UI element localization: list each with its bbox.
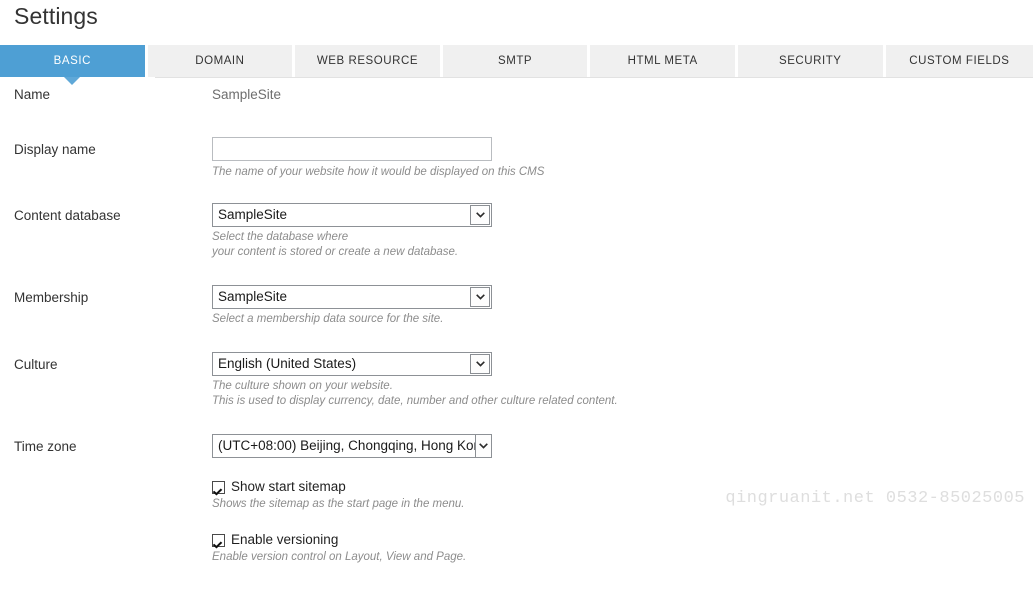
content-database-select[interactable]: SampleSite [212,203,492,227]
tab-label: WEB RESOURCE [316,55,419,67]
row-display-name: Display name The name of your website ho… [0,137,1033,203]
checkbox-box-icon[interactable] [212,533,225,547]
tab-label: CUSTOM FIELDS [909,55,1010,67]
hint-membership: Select a membership data source for the … [212,313,444,325]
select-value: SampleSite [218,207,288,222]
culture-select[interactable]: English (United States) [212,352,492,376]
row-enable-versioning: Enable versioning Enable version control… [0,531,1033,571]
hint-enable-versioning: Enable version control on Layout, View a… [212,551,467,563]
chevron-down-icon[interactable] [470,287,490,307]
label-display-name: Display name [14,142,96,157]
tab-smtp[interactable]: SMTP [442,45,591,77]
settings-tab-bar: BASIC DOMAIN WEB RESOURCE SMTP HTML META… [0,45,1033,85]
row-name: Name SampleSite [0,86,1033,137]
tab-label: SECURITY [778,55,842,67]
tab-html-meta[interactable]: HTML META [590,45,738,77]
tab-label: BASIC [53,55,91,67]
label-culture: Culture [14,357,58,372]
tab-basic[interactable]: BASIC [0,45,148,85]
tab-label: HTML META [627,55,698,67]
time-zone-select[interactable]: (UTC+08:00) Beijing, Chongqing, Hong Kon… [212,434,492,458]
site-watermark: qingruanit.net 0532-85025005 [725,489,1025,508]
hint-culture-line2: This is used to display currency, date, … [212,395,618,407]
hint-culture-line1: The culture shown on your website. [212,380,393,392]
label-membership: Membership [14,290,89,305]
active-tab-caret-icon [64,77,81,85]
tab-domain[interactable]: DOMAIN [147,45,296,77]
row-culture: Culture English (United States) The cult… [0,352,1033,434]
hint-content-database-line1: Select the database where [212,231,349,243]
tab-label: SMTP [498,55,533,67]
select-value: SampleSite [218,289,288,304]
checkbox-label: Show start sitemap [231,479,346,494]
chevron-down-icon[interactable] [475,435,491,457]
hint-display-name: The name of your website how it would be… [212,166,545,178]
row-time-zone: Time zone (UTC+08:00) Beijing, Chongqing… [0,434,1033,478]
membership-select[interactable]: SampleSite [212,285,492,309]
chevron-down-icon[interactable] [470,354,490,374]
checkbox-enable-versioning[interactable]: Enable versioning [212,531,1033,549]
select-value: (UTC+08:00) Beijing, Chongqing, Hong Kon… [218,438,475,453]
tab-web-resource[interactable]: WEB RESOURCE [295,45,443,77]
tab-custom-fields[interactable]: CUSTOM FIELDS [885,45,1033,77]
row-membership: Membership SampleSite Select a membershi… [0,285,1033,352]
display-name-input[interactable] [212,137,492,161]
row-content-database: Content database SampleSite Select the d… [0,203,1033,285]
select-value: English (United States) [218,356,357,371]
hint-content-database-line2: your content is stored or create a new d… [212,246,459,258]
tab-security[interactable]: SECURITY [737,45,886,77]
checkbox-label: Enable versioning [231,532,339,547]
chevron-down-icon[interactable] [470,205,490,225]
tab-bar-underline [155,77,1033,78]
page-title: Settings [14,3,98,29]
label-content-database: Content database [14,208,121,223]
tab-label: DOMAIN [195,55,245,67]
label-time-zone: Time zone [14,439,77,454]
checkbox-box-icon[interactable] [212,480,225,494]
value-name: SampleSite [212,87,282,102]
label-name: Name [14,87,51,102]
